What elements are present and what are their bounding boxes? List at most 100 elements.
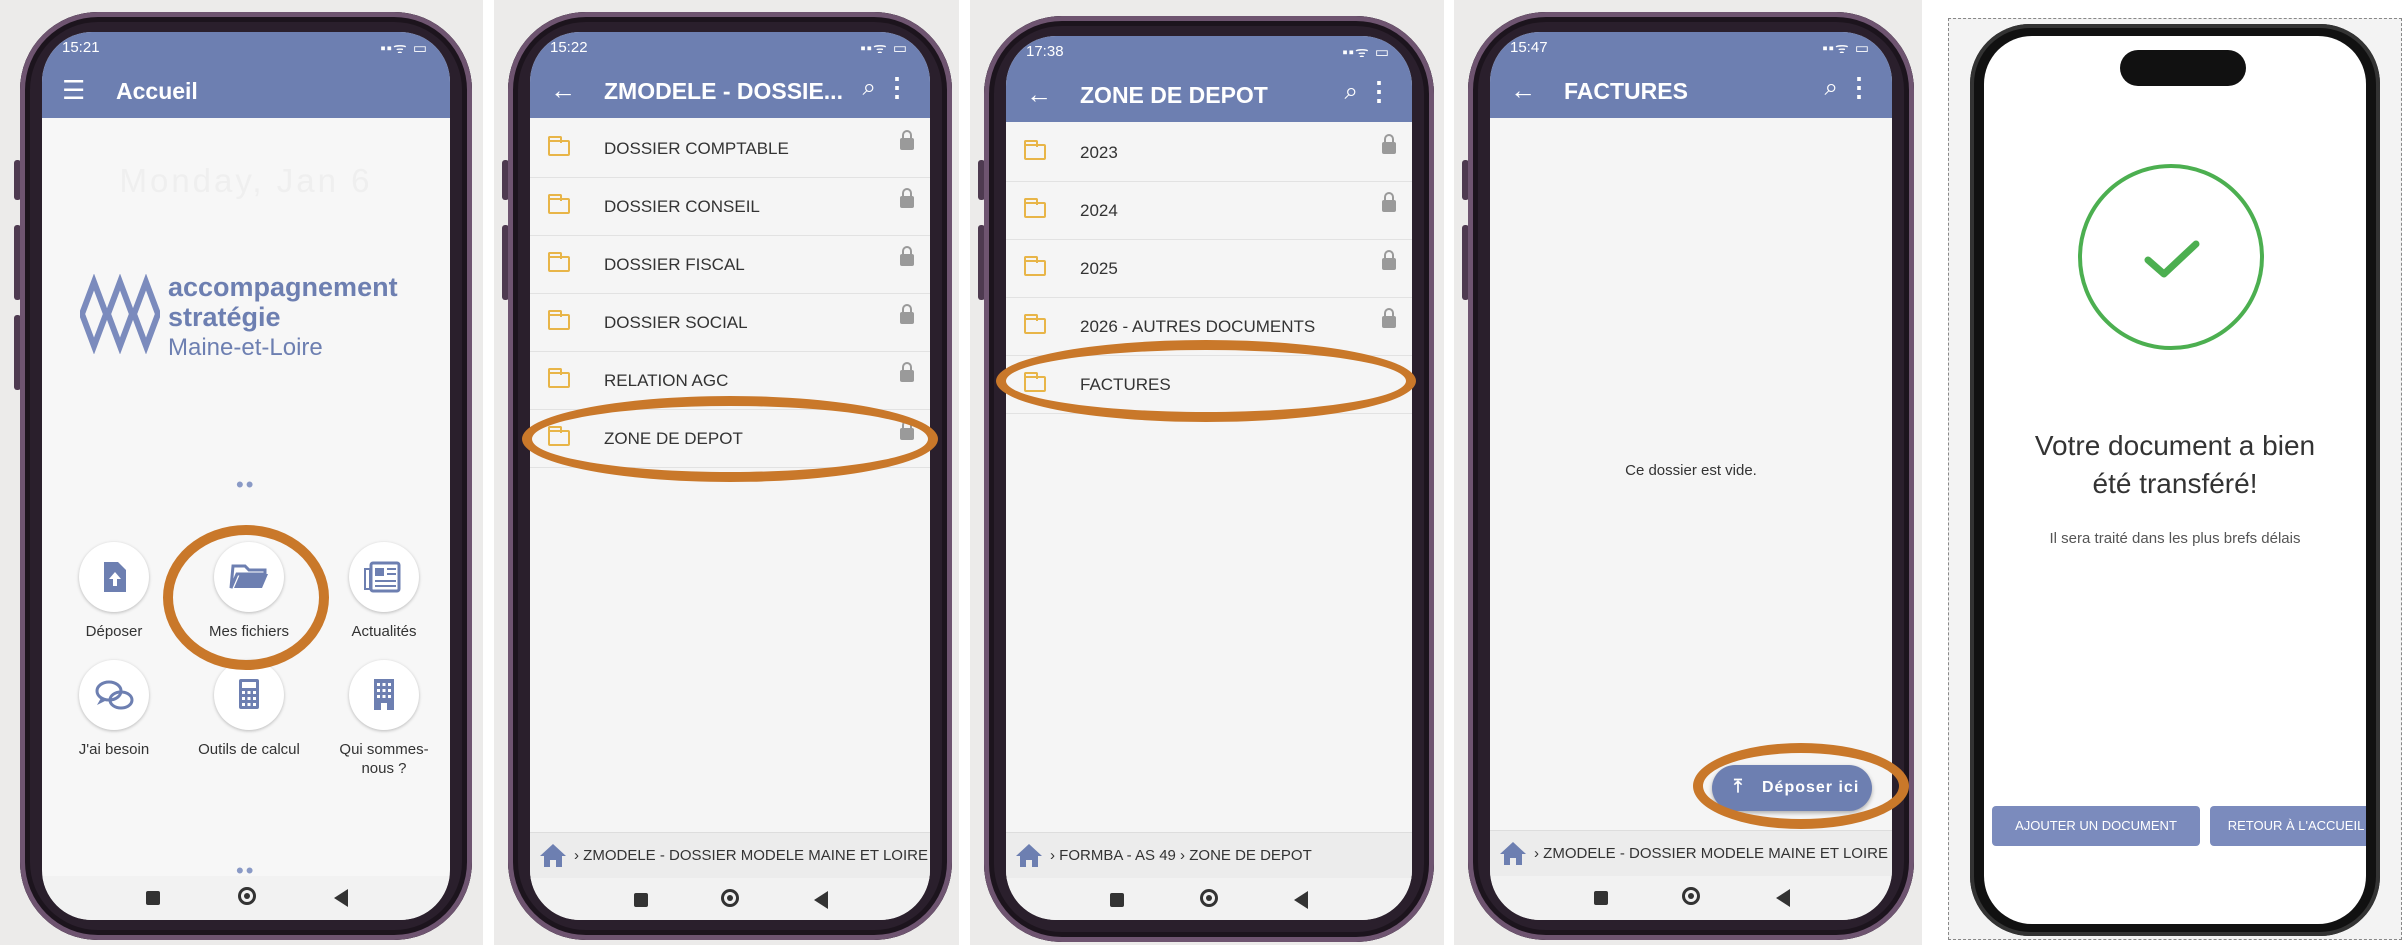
folder-icon [548, 136, 570, 156]
tile-outils-de-calcul[interactable]: Outils de calcul [179, 660, 319, 759]
recent-apps-icon[interactable] [634, 893, 648, 907]
folder-row[interactable]: DOSSIER SOCIAL [530, 294, 930, 352]
tile-mes-fichiers[interactable]: Mes fichiers [179, 542, 319, 641]
home-nav-icon[interactable] [721, 889, 739, 907]
folder-name: 2025 [1080, 259, 1118, 278]
breadcrumb: › FORMBA - AS 49 › ZONE DE DEPOT [1006, 832, 1412, 879]
lock-icon [1382, 192, 1396, 212]
company-logo: accompagnement stratégie Maine-et-Loire [80, 262, 440, 372]
status-icons: ▪▪ᯤ ▭ [1342, 44, 1390, 61]
home-icon[interactable] [1014, 841, 1044, 869]
search-icon[interactable]: ⌕ [1345, 78, 1358, 106]
folder-row[interactable]: DOSSIER COMPTABLE [530, 120, 930, 178]
breadcrumb-item[interactable]: ZMODELE - DOSSIER MODELE MAINE ET LOIRE [583, 847, 928, 864]
lock-icon [900, 246, 914, 266]
deposit-here-button[interactable]: ⤒ Déposer ici [1712, 765, 1872, 811]
tile-qui-sommes-nous[interactable]: Qui sommes-nous ? [314, 660, 450, 778]
folder-row[interactable]: 2025 [1006, 240, 1412, 298]
home-nav-icon[interactable] [1200, 889, 1218, 907]
panel-accueil: 15:21 ▪▪ᯤ ▭ ☰ Accueil Monday, Jan 6 acco… [0, 0, 483, 945]
tile-actualites[interactable]: Actualités [314, 542, 450, 641]
folder-icon [1024, 198, 1046, 218]
menu-icon[interactable]: ☰ [62, 75, 85, 106]
pager-dots: •• [236, 472, 256, 497]
confirmation-heading-line2: été transféré! [2092, 468, 2258, 499]
success-check-icon [2078, 164, 2264, 350]
back-arrow-icon[interactable]: ← [1510, 75, 1536, 106]
page-title: FACTURES [1564, 78, 1688, 104]
folder-icon [548, 368, 570, 388]
back-nav-icon[interactable] [1776, 889, 1790, 907]
search-icon[interactable]: ⌕ [1825, 74, 1838, 102]
status-bar: 15:47 ▪▪ᯤ ▭ [1490, 32, 1892, 62]
folder-name: ZONE DE DEPOT [604, 429, 743, 448]
panel-confirmation: Votre document a bien été transféré! Il … [1948, 0, 2404, 945]
search-icon[interactable]: ⌕ [863, 74, 876, 102]
folder-row[interactable]: RELATION AGC [530, 352, 930, 410]
breadcrumb-item[interactable]: ZMODELE - DOSSIER MODELE MAINE ET LOIRE [1543, 845, 1888, 862]
folder-row[interactable]: FACTURES [1006, 356, 1412, 414]
more-options-icon[interactable]: ⋮ [884, 72, 910, 103]
breadcrumb-path[interactable]: › ZMODELE - DOSSIER MODELE MAINE ET LOIR… [574, 847, 928, 864]
deposit-button-label: Déposer ici [1762, 779, 1860, 796]
page-title: ZMODELE - DOSSIE... [604, 78, 843, 104]
home-icon[interactable] [538, 841, 568, 869]
back-nav-icon[interactable] [814, 891, 828, 909]
home-nav-icon[interactable] [238, 887, 256, 905]
checkmark-icon [2144, 240, 2200, 278]
back-nav-icon[interactable] [1294, 891, 1308, 909]
home-nav-icon[interactable] [1682, 887, 1700, 905]
tile-label: Déposer [85, 623, 143, 640]
tile-label: Qui sommes-nous ? [339, 741, 429, 777]
status-time: 15:22 [550, 39, 588, 56]
folder-row[interactable]: 2023 [1006, 124, 1412, 182]
lock-icon [900, 420, 914, 440]
folder-name: RELATION AGC [604, 371, 729, 390]
page-title: Accueil [116, 78, 198, 104]
tile-deposer[interactable]: Déposer [44, 542, 184, 641]
phone-screen: 17:38 ▪▪ᯤ ▭ ← ZONE DE DEPOT ⌕ ⋮ 2023 202… [1006, 36, 1412, 920]
folder-icon [548, 252, 570, 272]
folder-row[interactable]: 2024 [1006, 182, 1412, 240]
android-nav-bar [42, 876, 450, 920]
recent-apps-icon[interactable] [1110, 893, 1124, 907]
breadcrumb: › ZMODELE - DOSSIER MODELE MAINE ET LOIR… [1490, 830, 1892, 877]
building-icon [374, 679, 394, 710]
tile-label: Outils de calcul [198, 741, 300, 758]
folder-row[interactable]: ZONE DE DEPOT [530, 410, 930, 468]
folder-icon [1024, 314, 1046, 334]
breadcrumb-path[interactable]: › ZMODELE - DOSSIER MODELE MAINE ET LOIR… [1534, 845, 1892, 862]
phone-frame: 15:22 ▪▪ᯤ ▭ ← ZMODELE - DOSSIE... ⌕ ⋮ DO… [508, 12, 952, 940]
add-document-button[interactable]: AJOUTER UN DOCUMENT [1992, 806, 2200, 846]
back-arrow-icon[interactable]: ← [1026, 79, 1052, 110]
phone-frame: 17:38 ▪▪ᯤ ▭ ← ZONE DE DEPOT ⌕ ⋮ 2023 202… [984, 16, 1434, 942]
lock-icon [900, 130, 914, 150]
home-icon[interactable] [1498, 839, 1528, 867]
folder-icon [548, 194, 570, 214]
back-arrow-icon[interactable]: ← [550, 75, 576, 106]
date-label: Monday, Jan 6 [119, 162, 373, 199]
tile-jai-besoin[interactable]: J'ai besoin [44, 660, 184, 759]
upload-icon: ⤒ [1734, 776, 1743, 796]
calculator-icon [239, 679, 259, 709]
more-options-icon[interactable]: ⋮ [1846, 72, 1872, 103]
folder-icon [548, 310, 570, 330]
lock-icon [1382, 308, 1396, 328]
app-bar: ← FACTURES ⌕ ⋮ [1490, 62, 1892, 118]
folder-row[interactable]: DOSSIER FISCAL [530, 236, 930, 294]
folder-name: DOSSIER COMPTABLE [604, 139, 789, 158]
recent-apps-icon[interactable] [1594, 891, 1608, 905]
back-nav-icon[interactable] [334, 889, 348, 907]
back-to-home-button[interactable]: RETOUR À L'ACCUEIL [2210, 806, 2366, 846]
android-nav-bar [530, 878, 930, 920]
recent-apps-icon[interactable] [146, 891, 160, 905]
more-options-icon[interactable]: ⋮ [1366, 76, 1392, 107]
lock-icon [900, 362, 914, 382]
breadcrumb-item[interactable]: ZONE DE DEPOT [1189, 847, 1312, 864]
breadcrumb-path[interactable]: › FORMBA - AS 49 › ZONE DE DEPOT [1050, 847, 1312, 864]
lock-icon [1382, 134, 1396, 154]
folder-row[interactable]: 2026 - AUTRES DOCUMENTS [1006, 298, 1412, 356]
folder-name: DOSSIER SOCIAL [604, 313, 748, 332]
folder-row[interactable]: DOSSIER CONSEIL [530, 178, 930, 236]
breadcrumb-item[interactable]: FORMBA - AS 49 [1059, 847, 1176, 864]
